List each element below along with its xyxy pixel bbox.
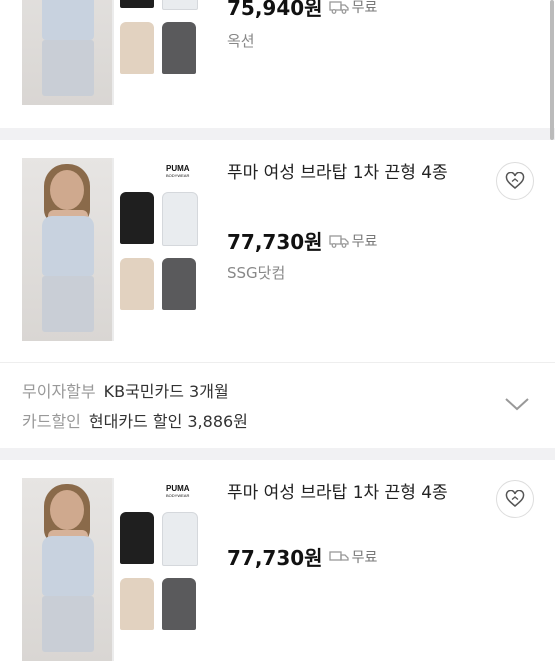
heart-plus-icon [505, 172, 525, 189]
benefit-installment: 무이자할부 KB국민카드 3개월 [22, 382, 229, 401]
model-photo [22, 158, 112, 341]
product-card-2[interactable]: PUMA BODYWEAR 푸마 여성 브라탑 1차 끈형 4종 77,730원 … [0, 140, 555, 448]
color-options-photo: PUMA BODYWEAR [114, 478, 205, 661]
color-options-photo: PUMA BODYWEAR [114, 158, 205, 341]
wishlist-button[interactable] [496, 162, 534, 200]
seller-name: 옥션 [227, 32, 255, 50]
scrollbar[interactable] [550, 0, 554, 140]
truck-icon [328, 234, 349, 248]
chevron-down-icon[interactable] [504, 394, 530, 414]
seller-name: SSG닷컴 [227, 264, 286, 282]
product-thumbnail[interactable] [22, 0, 205, 105]
price: 75,940원 [227, 0, 323, 20]
brand-logo: PUMA BODYWEAR [166, 164, 190, 178]
model-photo [22, 478, 112, 661]
price-row: 77,730원 무료 [227, 226, 377, 255]
product-thumbnail[interactable]: PUMA BODYWEAR [22, 478, 205, 661]
shipping-info: 무료 [328, 0, 378, 17]
color-options-photo [114, 0, 205, 105]
product-card-1[interactable]: 75,940원 무료 옥션 [0, 0, 555, 128]
shipping-info: 무료 [328, 547, 378, 567]
truck-icon [328, 0, 349, 14]
price-row: 75,940원 무료 [227, 0, 377, 21]
product-title[interactable]: 푸마 여성 브라탑 1차 끈형 4종 [227, 158, 487, 188]
product-card-3[interactable]: PUMA BODYWEAR 푸마 여성 브라탑 1차 끈형 4종 77,730원 … [0, 460, 555, 661]
shipping-label: 무료 [351, 233, 378, 250]
benefit-card-discount: 카드할인 현대카드 할인 3,886원 [22, 412, 248, 431]
divider [0, 362, 555, 363]
card-separator [0, 128, 555, 140]
product-thumbnail[interactable]: PUMA BODYWEAR [22, 158, 205, 341]
price: 77,730원 [227, 546, 323, 570]
shipping-info: 무료 [328, 231, 378, 251]
model-photo [22, 0, 112, 105]
heart-plus-icon [505, 490, 525, 507]
truck-icon [328, 550, 349, 561]
price-row: 77,730원 무료 [227, 542, 377, 571]
product-title[interactable]: 푸마 여성 브라탑 1차 끈형 4종 [227, 478, 487, 508]
wishlist-button[interactable] [496, 480, 534, 518]
shipping-label: 무료 [351, 0, 378, 16]
card-separator [0, 448, 555, 460]
brand-logo: PUMA BODYWEAR [166, 484, 190, 498]
price: 77,730원 [227, 230, 323, 254]
shipping-label: 무료 [351, 549, 378, 566]
